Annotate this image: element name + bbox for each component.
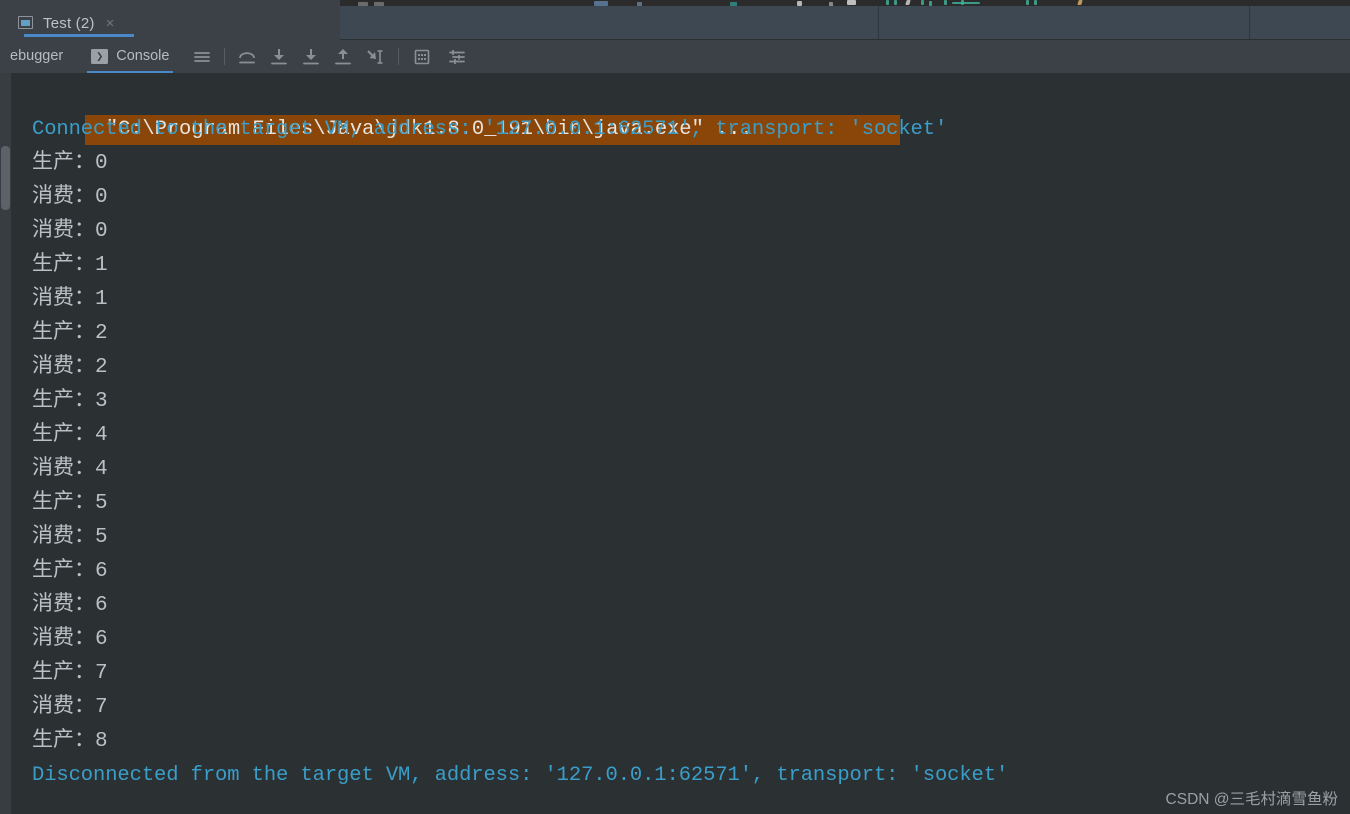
menu-icon[interactable] xyxy=(191,46,213,68)
console-line: 生产：4 xyxy=(32,424,108,447)
console-connected-line: Connected to the target VM, address: '12… xyxy=(32,118,948,141)
force-step-into-icon[interactable] xyxy=(300,46,322,68)
tab-active-indicator xyxy=(24,34,134,37)
tab-debugger[interactable]: ebugger xyxy=(10,49,63,64)
console-line: 生产：8 xyxy=(32,730,108,753)
watermark: CSDN @三毛村滴雪鱼粉 xyxy=(1165,791,1338,808)
console-line: 生产：6 xyxy=(32,560,108,583)
console-command-line: "C:\Program Files\Java\jdk1.8.0_191\bin\… xyxy=(11,79,1350,145)
console-icon: ❯ xyxy=(91,49,109,64)
tab-console-label: Console xyxy=(116,48,170,65)
settings-icon[interactable] xyxy=(445,46,467,68)
console-line: 消费：2 xyxy=(32,356,108,379)
intellij-debug-window: Test (2) × ebugger ❯ Console "C:\Program… xyxy=(0,0,1350,814)
console-line: 消费：0 xyxy=(32,186,108,209)
console-line: 生产：2 xyxy=(32,322,108,345)
console-line: 消费：0 xyxy=(32,220,108,243)
console-line: 消费：5 xyxy=(32,526,108,549)
step-into-icon[interactable] xyxy=(268,46,290,68)
console-line: 生产：1 xyxy=(32,254,108,277)
toolbar-separator-2 xyxy=(398,48,400,65)
toolbar-separator xyxy=(224,48,226,65)
console-line: 消费：7 xyxy=(32,696,108,719)
tab-label: Test (2) xyxy=(43,14,95,32)
console-disconnected-line: Disconnected from the target VM, address… xyxy=(32,764,1009,787)
run-configuration-icon xyxy=(18,16,34,30)
console-output[interactable]: "C:\Program Files\Java\jdk1.8.0_191\bin\… xyxy=(11,73,1350,814)
console-line: 生产：3 xyxy=(32,390,108,413)
console-scrollbar[interactable] xyxy=(0,73,11,814)
console-line: 生产：7 xyxy=(32,662,108,685)
console-line: 消费：4 xyxy=(32,458,108,481)
console-line: 生产：0 xyxy=(32,152,108,175)
step-out-icon[interactable] xyxy=(332,46,354,68)
run-to-cursor-icon[interactable] xyxy=(364,46,386,68)
console-line: 消费：6 xyxy=(32,594,108,617)
debug-toolbar: ebugger ❯ Console xyxy=(0,40,1350,73)
console-line: 生产：5 xyxy=(32,492,108,515)
evaluate-expression-icon[interactable] xyxy=(411,46,433,68)
step-over-icon[interactable] xyxy=(236,46,258,68)
console-line: 消费：1 xyxy=(32,288,108,311)
tab-console[interactable]: ❯ Console xyxy=(87,40,174,73)
close-icon[interactable]: × xyxy=(106,16,115,31)
console-line: 消费：6 xyxy=(32,628,108,651)
console-output-lines: 生产：0 消费：0 消费：0 生产：1 消费：1 生产：2 消费：2 生产：3 生产：4 消费：4… xyxy=(11,147,1350,759)
scrollbar-thumb[interactable] xyxy=(1,146,10,210)
